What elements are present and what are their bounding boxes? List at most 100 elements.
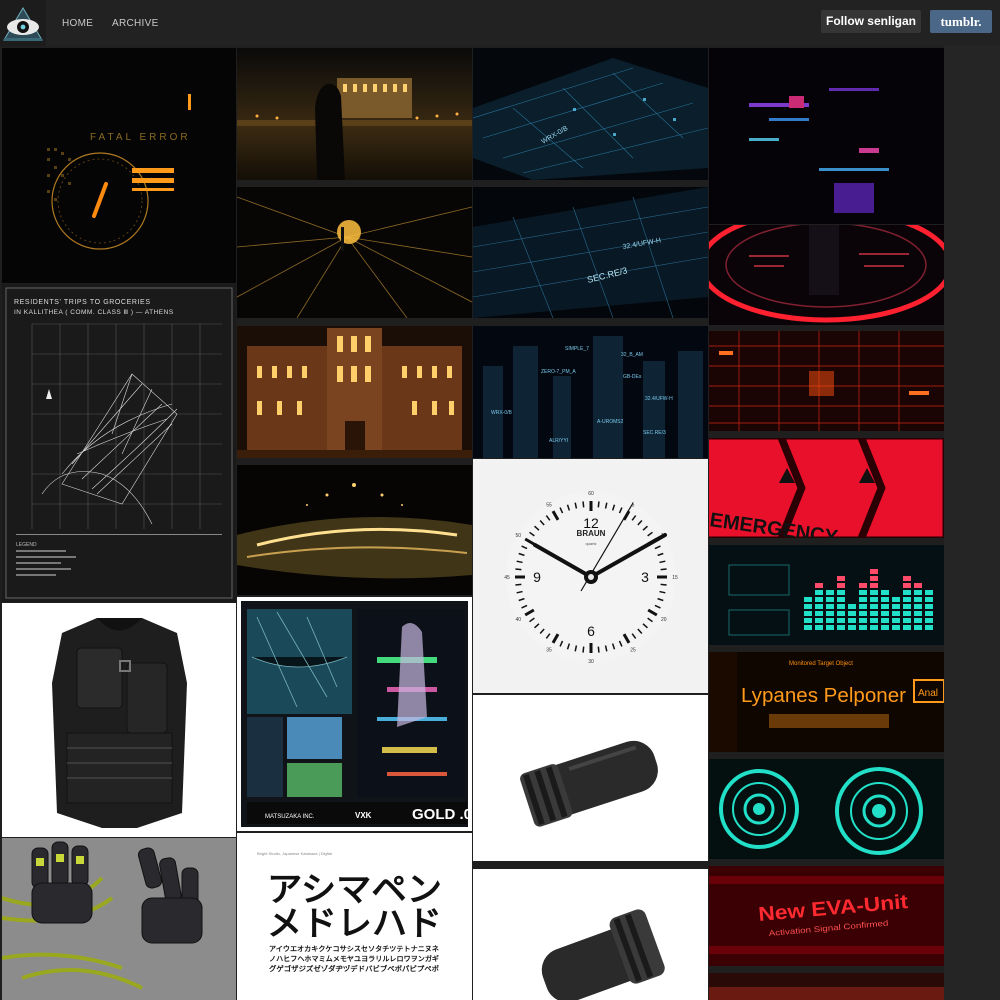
eq-bar-segment: [870, 611, 878, 616]
eq-bar-segment: [925, 604, 933, 609]
eq-bar-segment: [914, 618, 922, 623]
post-red-ring-hud[interactable]: [709, 225, 944, 325]
post-anime-poster[interactable]: MATSUZAKA INC. VXK GOLD .01: [237, 597, 472, 831]
eq-bar-segment: [837, 590, 845, 595]
poster-badge: VXK: [355, 811, 372, 820]
eq-bar-segment: [804, 604, 812, 609]
clock-minute-label: 45: [504, 575, 510, 581]
clock-tick: [515, 568, 522, 571]
clock-tick: [660, 583, 667, 586]
clock-minute-label: 50: [515, 533, 521, 539]
post-emergency-panels[interactable]: EMERGENCY: [709, 438, 944, 538]
clock-minute-label: 30: [588, 659, 594, 665]
clock-tick: [660, 568, 667, 571]
clock-numeral: 6: [587, 623, 595, 639]
eq-bar-segment: [804, 611, 812, 616]
post-data-city-1[interactable]: WRX-0/B: [473, 48, 708, 180]
clock-minute-label: 25: [630, 648, 636, 654]
eq-bar-segment: [859, 597, 867, 602]
eq-bar-segment: [859, 618, 867, 623]
post-data-city-3[interactable]: SIMPLE_7 32_B_AM ZERO-7_PM_A GB-DEs 32.4…: [473, 326, 708, 458]
type-small-line2: ノハヒフヘホマミムメモヤユヨラリルレロワヲンガギ: [269, 954, 439, 963]
blog-logo[interactable]: [0, 0, 46, 46]
post-light-dome[interactable]: [237, 465, 472, 595]
eq-bar-segment: [914, 597, 922, 602]
post-katakana-typography[interactable]: Bright Studio, Japanese Katakana | Digit…: [237, 833, 472, 1000]
eq-bar-segment: [914, 583, 922, 588]
clock-sub: quartz: [585, 541, 596, 546]
eq-bar-segment: [903, 576, 911, 581]
top-bar: HOME ARCHIVE Follow senligan tumblr.: [0, 0, 1000, 46]
hud-text-top: FATAL ERROR: [90, 132, 191, 143]
post-eva-activation[interactable]: New EVA-Unit Activation Signal Confirmed: [709, 866, 944, 966]
eq-bar-segment: [903, 611, 911, 616]
monitor-small-text: Monitored Target Object: [789, 661, 853, 667]
eq-bar-segment: [870, 618, 878, 623]
eq-bar-segment: [815, 625, 823, 630]
eq-bar-segment: [903, 625, 911, 630]
eq-bar-segment: [914, 604, 922, 609]
nav-archive-link[interactable]: ARCHIVE: [112, 18, 159, 29]
city3-label-4: 32.4/UFW-H: [645, 396, 673, 402]
eq-bar-segment: [826, 604, 834, 609]
eq-bar-segment: [837, 625, 845, 630]
post-suppressor-2[interactable]: [473, 869, 708, 1000]
eq-bar-segment: [903, 604, 911, 609]
clock-tick: [597, 646, 600, 653]
eq-bar-segment: [859, 583, 867, 588]
post-grocery-map[interactable]: RESIDENTS' TRIPS TO GROCERIES IN KALLITH…: [2, 284, 236, 602]
eye-pyramid-icon: [0, 0, 46, 46]
post-gold-tunnel[interactable]: [237, 187, 472, 318]
eq-bar-segment: [870, 604, 878, 609]
eq-bar-segment: [870, 583, 878, 588]
post-robot-hands[interactable]: [2, 838, 236, 1000]
eq-bar-segment: [826, 590, 834, 595]
clock-minute-label: 40: [515, 617, 521, 623]
post-cyan-eq-bars[interactable]: [709, 545, 944, 645]
eq-bar-segment: [837, 597, 845, 602]
eq-bar-segment: [881, 611, 889, 616]
post-ornate-palace[interactable]: [237, 326, 472, 458]
eq-bar-segment: [870, 597, 878, 602]
post-partial-bottom[interactable]: [709, 973, 944, 1000]
post-silhouette-palace[interactable]: [237, 48, 472, 180]
post-tactical-vest[interactable]: [2, 603, 236, 837]
poster-title: GOLD .01: [412, 806, 472, 823]
clock-tick: [582, 501, 585, 508]
eq-bar-segment: [881, 618, 889, 623]
eq-bar-segment: [881, 590, 889, 595]
clock-tick: [582, 646, 585, 653]
post-glitch-purple[interactable]: [709, 48, 944, 224]
post-cyan-rings[interactable]: [709, 759, 944, 859]
post-orange-grid[interactable]: [709, 331, 944, 431]
eq-bar-segment: [870, 625, 878, 630]
post-hud-dial[interactable]: FATAL ERROR: [2, 48, 236, 283]
eq-bar-segment: [892, 604, 900, 609]
post-suppressor-1[interactable]: [473, 695, 708, 861]
eq-bar-segment: [815, 597, 823, 602]
right-empty-pane: [944, 46, 1000, 1000]
type-big-line2: メドレハド: [267, 905, 442, 943]
eq-bar-segment: [804, 625, 812, 630]
city3-label-8: ALR/YYI: [549, 438, 568, 444]
eq-bar-segment: [925, 611, 933, 616]
follow-button[interactable]: Follow senligan: [821, 10, 921, 33]
post-monitored-target[interactable]: Monitored Target Object Lypanes Pelponer…: [709, 652, 944, 752]
city3-label-2: ZERO-7_PM_A: [541, 369, 576, 375]
nav-home-link[interactable]: HOME: [62, 18, 93, 29]
type-caption: Bright Studio, Japanese Katakana | Digit…: [257, 851, 332, 856]
eq-bar-segment: [870, 569, 878, 574]
clock-tick: [515, 583, 522, 586]
eq-bar-segment: [848, 618, 856, 623]
eq-bar-segment: [848, 611, 856, 616]
post-data-city-2[interactable]: SEC.RE/3 32.4/UFW-H: [473, 187, 708, 318]
type-small-line3: グゲゴザジズゼゾダヂヅデドバビブベボパピプペポ: [269, 964, 439, 973]
eq-bar-segment: [914, 625, 922, 630]
type-big-line1: アシマペン: [267, 871, 442, 909]
monitor-side-text: Anal: [918, 688, 938, 699]
eq-bar-segment: [925, 625, 933, 630]
post-braun-clock[interactable]: 60510152025303540455055 12369 BRAUN quar…: [473, 459, 708, 693]
monitor-big-text: Lypanes Pelponer: [741, 685, 906, 707]
eq-bar-segment: [815, 590, 823, 595]
tumblr-logo-button[interactable]: tumblr.: [930, 10, 992, 33]
